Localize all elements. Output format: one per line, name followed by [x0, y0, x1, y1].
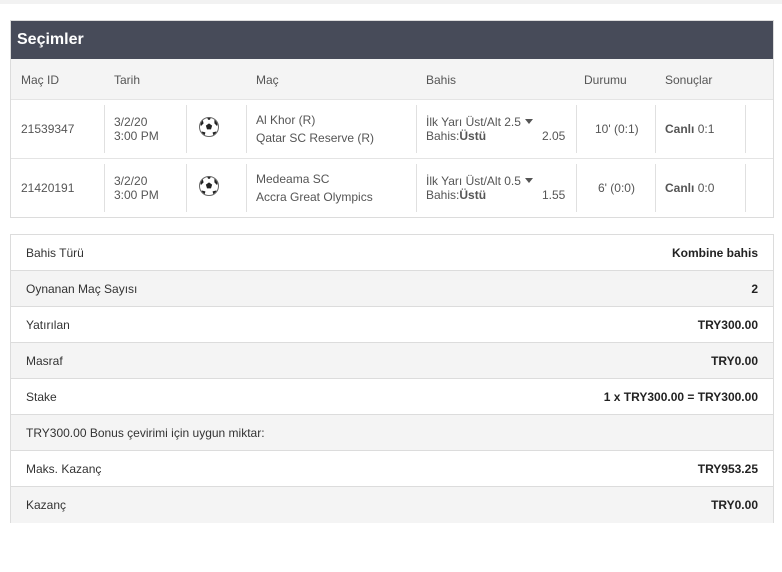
column-divider — [186, 164, 187, 212]
table-row: 21539347 3/2/20 3:00 PM Al Khor (R) Qata… — [11, 100, 773, 159]
summary-row-bonus-eligible: TRY300.00 Bonus çevirimi için uygun mikt… — [11, 415, 773, 451]
summary-label: Masraf — [26, 353, 63, 368]
top-divider — [0, 0, 782, 4]
bet-odds: 2.05 — [542, 129, 566, 143]
column-divider — [576, 105, 577, 153]
summary-row-stake-amount: Yatırılan TRY300.00 — [11, 307, 773, 343]
home-team: Al Khor (R) — [256, 113, 316, 127]
match-result: Canlı 0:1 — [665, 122, 714, 136]
caret-down-icon — [524, 178, 533, 183]
summary-value: Kombine bahis — [671, 245, 758, 260]
home-team: Medeama SC — [256, 172, 330, 186]
soccer-ball-icon — [199, 176, 219, 196]
summary-label: Stake — [26, 389, 57, 404]
summary-value: TRY0.00 — [711, 353, 758, 368]
match-date: 3/2/20 — [114, 174, 148, 188]
bet-selection: Bahis:Üstü — [426, 129, 486, 143]
panel-title: Seçimler — [11, 21, 773, 59]
column-divider — [576, 164, 577, 212]
away-team: Qatar SC Reserve (R) — [256, 131, 375, 145]
match-status: 10' (0:1) — [595, 122, 639, 136]
column-header-date: Tarih — [114, 73, 141, 87]
bet-prefix: Bahis: — [426, 129, 460, 143]
summary-row-fee: Masraf TRY0.00 — [11, 343, 773, 379]
result-live-label: Canlı — [665, 122, 695, 136]
column-divider — [246, 105, 247, 153]
table-header: Maç ID Tarih Maç Bahis Durumu Sonuçlar — [11, 59, 773, 100]
summary-label: Yatırılan — [26, 317, 70, 332]
column-divider — [186, 105, 187, 153]
summary-label: Oynanan Maç Sayısı — [26, 281, 138, 296]
bet-summary: Bahis Türü Kombine bahis Oynanan Maç Say… — [10, 234, 774, 523]
summary-value: TRY0.00 — [711, 498, 758, 512]
column-header-results: Sonuçlar — [665, 73, 713, 87]
column-header-match-id: Maç ID — [21, 73, 60, 87]
summary-label: Bahis Türü — [26, 245, 84, 260]
bet-market-label: İlk Yarı Üst/Alt 0.5 — [426, 174, 521, 188]
selections-panel: Seçimler Maç ID Tarih Maç Bahis Durumu S… — [10, 20, 774, 218]
summary-row-winnings: Kazanç TRY0.00 — [11, 487, 773, 523]
bet-value: Üstü — [459, 129, 487, 143]
result-live-label: Canlı — [665, 181, 695, 195]
bet-odds: 1.55 — [542, 188, 566, 202]
table-row: 21420191 3/2/20 3:00 PM Medeama SC Accra… — [11, 159, 773, 217]
column-divider — [655, 164, 656, 212]
column-divider — [416, 164, 417, 212]
bet-market[interactable]: İlk Yarı Üst/Alt 2.5 — [426, 115, 533, 129]
match-time: 3:00 PM — [114, 129, 159, 143]
summary-row-max-win: Maks. Kazanç TRY953.25 — [11, 451, 773, 487]
bet-value: Üstü — [459, 188, 487, 202]
column-divider — [104, 105, 105, 153]
summary-value: 1 x TRY300.00 = TRY300.00 — [603, 389, 758, 404]
column-divider — [655, 105, 656, 153]
column-divider — [745, 164, 746, 212]
result-score: 0:1 — [697, 122, 715, 136]
summary-label: TRY300.00 Bonus çevirimi için uygun mikt… — [26, 425, 265, 440]
column-divider — [104, 164, 105, 212]
match-time: 3:00 PM — [114, 188, 159, 202]
column-divider — [246, 164, 247, 212]
summary-label: Maks. Kazanç — [26, 461, 102, 476]
match-result: Canlı 0:0 — [665, 181, 714, 195]
column-header-bet: Bahis — [426, 73, 457, 87]
bet-market-label: İlk Yarı Üst/Alt 2.5 — [426, 115, 521, 129]
match-date: 3/2/20 — [114, 115, 148, 129]
column-header-match: Maç — [256, 73, 279, 87]
away-team: Accra Great Olympics — [256, 190, 373, 204]
match-id: 21420191 — [21, 181, 75, 195]
bet-prefix: Bahis: — [426, 188, 460, 202]
match-status: 6' (0:0) — [598, 181, 635, 195]
bet-selection: Bahis:Üstü — [426, 188, 486, 202]
summary-label: Kazanç — [26, 498, 67, 512]
soccer-ball-icon — [199, 117, 219, 137]
summary-row-bet-type: Bahis Türü Kombine bahis — [11, 235, 773, 271]
column-divider — [745, 105, 746, 153]
caret-down-icon — [524, 119, 533, 124]
summary-row-match-count: Oynanan Maç Sayısı 2 — [11, 271, 773, 307]
column-divider — [416, 105, 417, 153]
match-id: 21539347 — [21, 122, 75, 136]
summary-row-stake: Stake 1 x TRY300.00 = TRY300.00 — [11, 379, 773, 415]
summary-value: TRY300.00 — [697, 317, 758, 332]
column-header-status: Durumu — [584, 73, 627, 87]
summary-value: 2 — [751, 281, 758, 296]
result-score: 0:0 — [697, 181, 715, 195]
summary-value: TRY953.25 — [697, 461, 758, 476]
bet-market[interactable]: İlk Yarı Üst/Alt 0.5 — [426, 174, 533, 188]
